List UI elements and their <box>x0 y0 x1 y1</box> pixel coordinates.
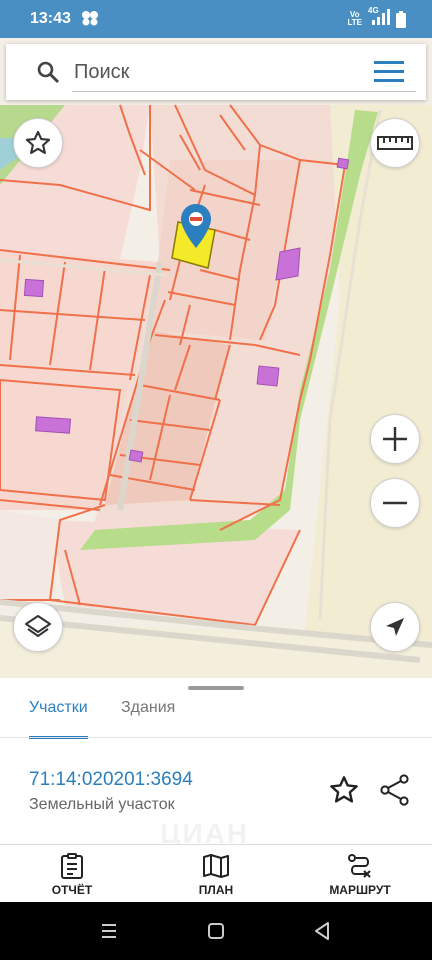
sheet-drag-handle[interactable] <box>188 686 244 690</box>
tab-parcels[interactable]: Участки <box>29 698 88 739</box>
back-icon[interactable] <box>313 920 331 942</box>
divider <box>0 737 432 738</box>
battery-icon <box>396 10 406 28</box>
search-icon[interactable] <box>36 60 60 84</box>
layers-button[interactable] <box>13 602 63 652</box>
map-plan-icon <box>203 854 229 878</box>
bottom-navigation: ОТЧЁТ ПЛАН МАРШРУТ <box>0 844 432 902</box>
report-icon <box>61 853 83 879</box>
favorite-star-icon <box>25 130 51 154</box>
status-time: 13:43 <box>30 10 71 27</box>
nav-report[interactable]: ОТЧЁТ <box>12 845 132 903</box>
search-input[interactable] <box>72 54 416 92</box>
network-type: 4G <box>368 5 379 15</box>
parcel-type: Земельный участок <box>29 796 175 813</box>
status-indicators: Vo LTE 4G <box>347 5 406 30</box>
home-icon[interactable] <box>207 920 225 942</box>
favorite-parcel-icon[interactable] <box>328 774 360 806</box>
nav-route[interactable]: МАРШРУТ <box>300 845 420 903</box>
cadastral-map[interactable] <box>0 38 432 678</box>
search-bar <box>6 44 426 100</box>
parcel-cadastral-number[interactable]: 71:14:020201:3694 <box>29 769 193 791</box>
location-pin-icon[interactable] <box>180 203 212 249</box>
status-bar: 13:43 Vo LTE 4G <box>0 0 432 38</box>
volte-indicator: Vo LTE <box>347 11 362 27</box>
zoom-out-button[interactable] <box>370 478 420 528</box>
navigate-button[interactable] <box>370 602 420 652</box>
zoom-in-icon <box>383 427 407 451</box>
favorite-map-button[interactable] <box>13 118 63 168</box>
ruler-button[interactable] <box>370 118 420 168</box>
recent-apps-icon[interactable] <box>100 920 118 942</box>
nav-route-label: МАРШРУТ <box>329 883 391 897</box>
menu-icon[interactable] <box>374 61 404 83</box>
zoom-out-icon <box>383 501 407 505</box>
volte-line2: LTE <box>347 18 362 27</box>
nav-report-label: ОТЧЁТ <box>51 883 93 897</box>
tab-parcels-label: Участки <box>29 699 88 716</box>
share-icon[interactable] <box>380 774 410 806</box>
nav-plan-label: ПЛАН <box>198 883 234 897</box>
app-notification-icon <box>81 10 99 31</box>
map-view[interactable] <box>0 38 432 678</box>
tab-buildings-label: Здания <box>121 699 176 716</box>
route-icon <box>348 854 371 878</box>
parcel-info-sheet: Участки Здания ЦИАН 71:14:020201:3694 Зе… <box>0 678 432 849</box>
system-navigation-bar <box>0 902 432 960</box>
navigate-icon <box>386 618 404 636</box>
tab-buildings[interactable]: Здания <box>121 698 175 738</box>
layers-icon <box>25 615 51 637</box>
nav-plan[interactable]: ПЛАН <box>156 845 276 903</box>
signal-icon: 4G <box>368 5 390 30</box>
zoom-in-button[interactable] <box>370 414 420 464</box>
ruler-icon <box>377 136 413 150</box>
